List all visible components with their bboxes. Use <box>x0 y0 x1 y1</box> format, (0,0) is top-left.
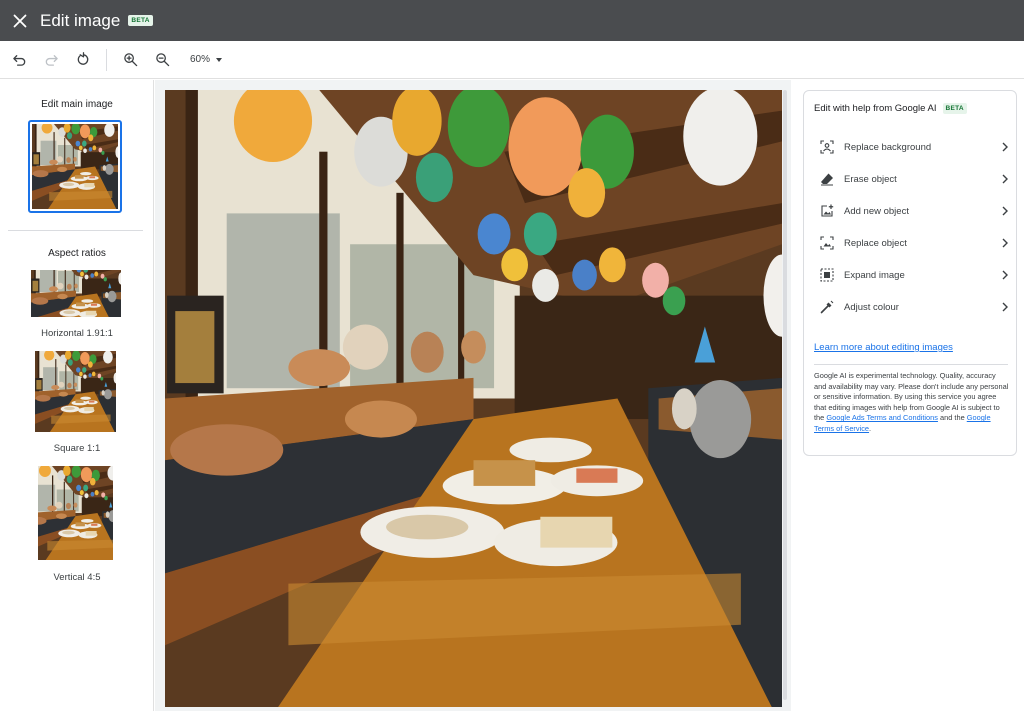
vertical-thumbnail-image <box>38 466 113 560</box>
chevron-right-icon <box>1002 302 1008 312</box>
google-ads-terms-link[interactable]: Google Ads Terms and Conditions <box>826 413 938 422</box>
beta-badge: BETA <box>128 15 153 26</box>
app-header: Edit image BETA <box>0 0 1024 41</box>
redo-button[interactable] <box>35 44 67 76</box>
chevron-right-icon <box>1002 174 1008 184</box>
aspect-square-label: Square 1:1 <box>53 443 101 454</box>
aspect-square-thumbnail[interactable] <box>35 351 116 432</box>
ai-disclaimer: Google AI is experimental technology. Qu… <box>814 371 1010 435</box>
reset-button[interactable] <box>67 44 99 76</box>
ai-panel-divider <box>814 364 1008 365</box>
ai-panel-title-text: Edit with help from Google AI <box>814 103 937 114</box>
aspect-ratios-heading: Aspect ratios <box>48 248 106 259</box>
canvas-scrollbar[interactable] <box>783 90 787 700</box>
adjust-colour-item[interactable]: Adjust colour <box>814 294 1009 320</box>
redo-icon <box>45 55 58 66</box>
replace-object-item[interactable]: Replace object <box>814 230 1009 256</box>
aspect-horizontal-label: Horizontal 1.91:1 <box>41 328 113 339</box>
close-button[interactable] <box>0 0 40 41</box>
add-object-icon <box>821 204 834 217</box>
aspect-vertical-label: Vertical 4:5 <box>53 572 101 583</box>
horizontal-thumbnail-image <box>31 270 121 317</box>
replace-background-icon <box>820 140 834 154</box>
replace-object-icon <box>820 236 834 250</box>
ai-beta-badge: BETA <box>942 103 967 114</box>
page-title: Edit image <box>40 10 121 30</box>
ai-edit-panel: Edit with help from Google AI BETA Repla… <box>803 90 1017 456</box>
add-new-object-label: Add new object <box>844 205 909 217</box>
adjust-colour-label: Adjust colour <box>844 301 899 313</box>
chevron-right-icon <box>1002 142 1008 152</box>
erase-object-label: Erase object <box>844 173 897 185</box>
chevron-right-icon <box>1002 206 1008 216</box>
disclaimer-middle: and the <box>940 413 965 423</box>
left-panel-divider <box>8 230 143 231</box>
expand-image-icon <box>820 268 834 282</box>
close-icon <box>13 14 27 27</box>
erase-object-item[interactable]: Erase object <box>814 166 1009 192</box>
chevron-right-icon <box>1002 270 1008 280</box>
expand-image-label: Expand image <box>844 269 905 281</box>
zoom-dropdown[interactable]: 60% <box>190 54 223 65</box>
undo-button[interactable] <box>3 44 35 76</box>
main-image-heading: Edit main image <box>41 99 113 110</box>
main-image-picture <box>165 90 782 707</box>
zoom-out-icon <box>155 53 169 67</box>
chevron-right-icon <box>1002 238 1008 248</box>
replace-background-label: Replace background <box>844 141 932 153</box>
image-canvas <box>155 80 791 711</box>
disclaimer-end: . <box>869 423 872 433</box>
main-image-thumbnail[interactable] <box>28 120 122 213</box>
reset-icon <box>77 52 88 65</box>
left-panel: Edit main image Aspect ratios Horizontal… <box>0 80 154 711</box>
add-new-object-item[interactable]: Add new object <box>814 198 1009 224</box>
zoom-in-button[interactable] <box>114 44 146 76</box>
toolbar: 60% <box>0 41 1024 79</box>
main-image[interactable] <box>165 90 782 707</box>
zoom-in-icon <box>123 53 137 67</box>
eraser-icon <box>821 173 833 186</box>
replace-object-label: Replace object <box>844 237 907 249</box>
toolbar-divider <box>106 48 107 71</box>
ai-panel-title: Edit with help from Google AI BETA <box>814 103 967 114</box>
caret-down-icon <box>216 57 223 62</box>
replace-background-item[interactable]: Replace background <box>814 134 1009 160</box>
zoom-level: 60% <box>190 54 211 65</box>
main-thumbnail-image <box>32 124 118 209</box>
zoom-out-button[interactable] <box>146 44 178 76</box>
undo-icon <box>12 55 25 66</box>
aspect-horizontal-thumbnail[interactable] <box>31 270 121 317</box>
learn-more-link[interactable]: Learn more about editing images <box>814 342 953 353</box>
adjust-colour-icon <box>820 300 834 314</box>
expand-image-item[interactable]: Expand image <box>814 262 1009 288</box>
aspect-vertical-thumbnail[interactable] <box>38 466 113 560</box>
square-thumbnail-image <box>35 351 116 432</box>
